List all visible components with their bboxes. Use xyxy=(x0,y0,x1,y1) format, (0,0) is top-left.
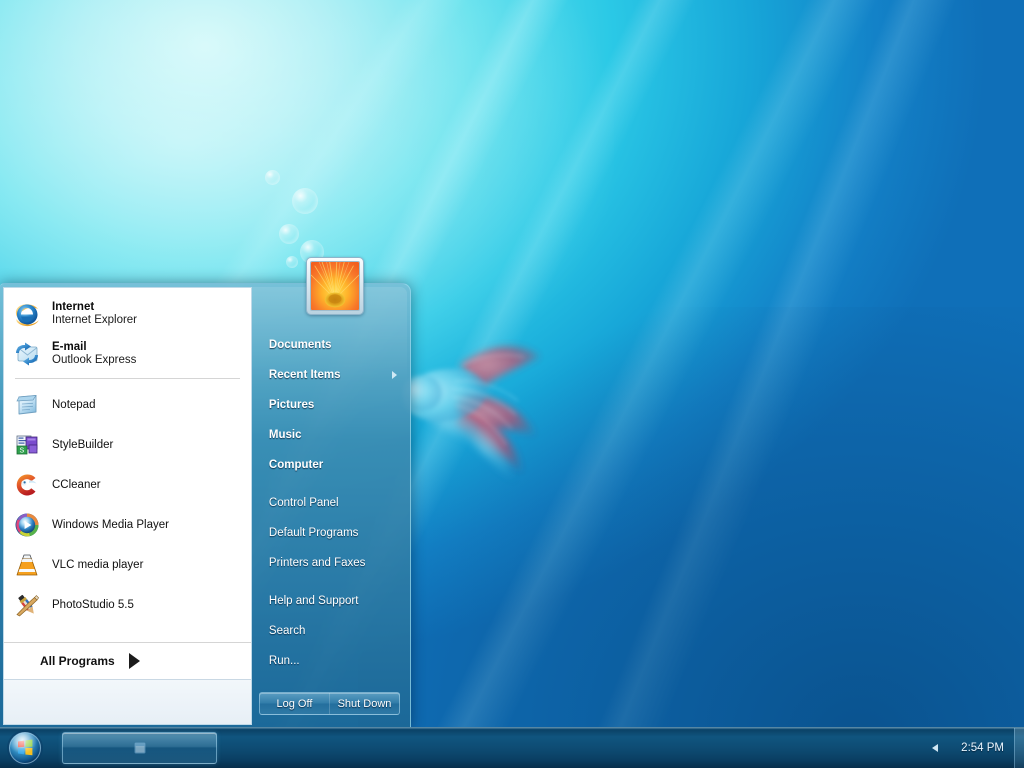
place-label: Run... xyxy=(269,655,300,667)
place-label: Pictures xyxy=(269,399,314,411)
start-item-email[interactable]: E-mail Outlook Express xyxy=(4,334,251,374)
search-box[interactable] xyxy=(4,679,251,724)
start-item-photostudio[interactable]: PhotoStudio 5.5 xyxy=(4,585,251,625)
user-picture[interactable] xyxy=(306,257,364,315)
place-item-default-programs[interactable]: Default Programs xyxy=(252,518,407,548)
start-menu-left-pane: Internet Internet Explorer xyxy=(3,287,252,725)
start-item-windows-media-player[interactable]: Windows Media Player xyxy=(4,505,251,545)
start-item-label: VLC media player xyxy=(52,559,143,571)
system-tray: 2:54 PM xyxy=(925,728,1024,768)
start-item-title: E-mail xyxy=(52,341,136,354)
place-label: Computer xyxy=(269,459,323,471)
windows-media-player-icon xyxy=(13,511,41,539)
start-item-label: CCleaner xyxy=(52,479,101,491)
notepad-icon xyxy=(13,391,41,419)
recent-programs-list: Notepad S xyxy=(4,383,251,625)
start-menu-divider xyxy=(15,378,240,379)
start-item-subtitle: Outlook Express xyxy=(52,354,136,367)
avatar xyxy=(310,261,360,311)
start-item-label: Windows Media Player xyxy=(52,519,169,531)
start-button[interactable] xyxy=(5,728,45,768)
place-label: Help and Support xyxy=(269,595,359,607)
start-item-ccleaner[interactable]: CCleaner xyxy=(4,465,251,505)
power-buttons-bar: Log Off Shut Down xyxy=(259,692,400,715)
show-desktop-button[interactable] xyxy=(1014,728,1024,768)
all-programs-label: All Programs xyxy=(40,654,115,668)
clock[interactable]: 2:54 PM xyxy=(945,742,1014,754)
start-menu-right-pane: Documents Recent Items Pictures Music Co… xyxy=(252,287,407,725)
search-input[interactable] xyxy=(4,680,251,724)
place-label: Printers and Faxes xyxy=(269,557,366,569)
start-item-label: Notepad xyxy=(52,399,95,411)
taskbar[interactable]: 2:54 PM xyxy=(0,727,1024,768)
place-item-control-panel[interactable]: Control Panel xyxy=(252,488,407,518)
svg-text:S: S xyxy=(20,448,25,455)
places-divider xyxy=(252,480,407,488)
place-item-run[interactable]: Run... xyxy=(252,646,407,676)
photostudio-icon xyxy=(13,591,41,619)
place-item-recent-items[interactable]: Recent Items xyxy=(252,360,407,390)
start-item-label: StyleBuilder xyxy=(52,439,113,451)
stylebuilder-icon: S xyxy=(13,431,41,459)
log-off-button[interactable]: Log Off xyxy=(260,693,329,714)
place-item-search[interactable]: Search xyxy=(252,616,407,646)
place-item-computer[interactable]: Computer xyxy=(252,450,407,480)
show-hidden-icons-button[interactable] xyxy=(925,738,945,758)
taskbar-buttons xyxy=(62,728,217,768)
place-item-pictures[interactable]: Pictures xyxy=(252,390,407,420)
place-item-documents[interactable]: Documents xyxy=(252,330,407,360)
place-label: Default Programs xyxy=(269,527,358,539)
window-icon xyxy=(132,740,148,756)
place-label: Documents xyxy=(269,339,332,351)
chevron-right-icon xyxy=(129,653,140,669)
start-item-vlc-media-player[interactable]: VLC media player xyxy=(4,545,251,585)
log-off-label: Log Off xyxy=(277,698,313,710)
place-label: Recent Items xyxy=(269,369,341,381)
place-label: Search xyxy=(269,625,305,637)
place-item-help-and-support[interactable]: Help and Support xyxy=(252,586,407,616)
place-label: Control Panel xyxy=(269,497,339,509)
all-programs-button[interactable]: All Programs xyxy=(4,642,251,679)
taskbar-button-window[interactable] xyxy=(62,732,217,764)
start-item-label: PhotoStudio 5.5 xyxy=(52,599,134,611)
vlc-media-player-icon xyxy=(13,551,41,579)
start-item-notepad[interactable]: Notepad xyxy=(4,385,251,425)
pinned-programs-list: Internet Internet Explorer xyxy=(4,288,251,374)
start-item-stylebuilder[interactable]: S StyleBuilder xyxy=(4,425,251,465)
chevron-left-icon xyxy=(932,744,938,752)
desktop[interactable]: Internet Internet Explorer xyxy=(0,0,1024,768)
outlook-express-icon xyxy=(13,340,41,368)
internet-explorer-icon xyxy=(13,300,41,328)
place-label: Music xyxy=(269,429,302,441)
start-item-subtitle: Internet Explorer xyxy=(52,314,137,327)
start-menu[interactable]: Internet Internet Explorer xyxy=(0,283,411,729)
place-item-music[interactable]: Music xyxy=(252,420,407,450)
ccleaner-icon xyxy=(13,471,41,499)
shut-down-label: Shut Down xyxy=(338,698,392,710)
place-item-printers-and-faxes[interactable]: Printers and Faxes xyxy=(252,548,407,578)
places-divider xyxy=(252,578,407,586)
shut-down-button[interactable]: Shut Down xyxy=(329,693,399,714)
start-item-title: Internet xyxy=(52,301,137,314)
start-item-internet-explorer[interactable]: Internet Internet Explorer xyxy=(4,294,251,334)
chevron-right-icon xyxy=(392,371,397,379)
